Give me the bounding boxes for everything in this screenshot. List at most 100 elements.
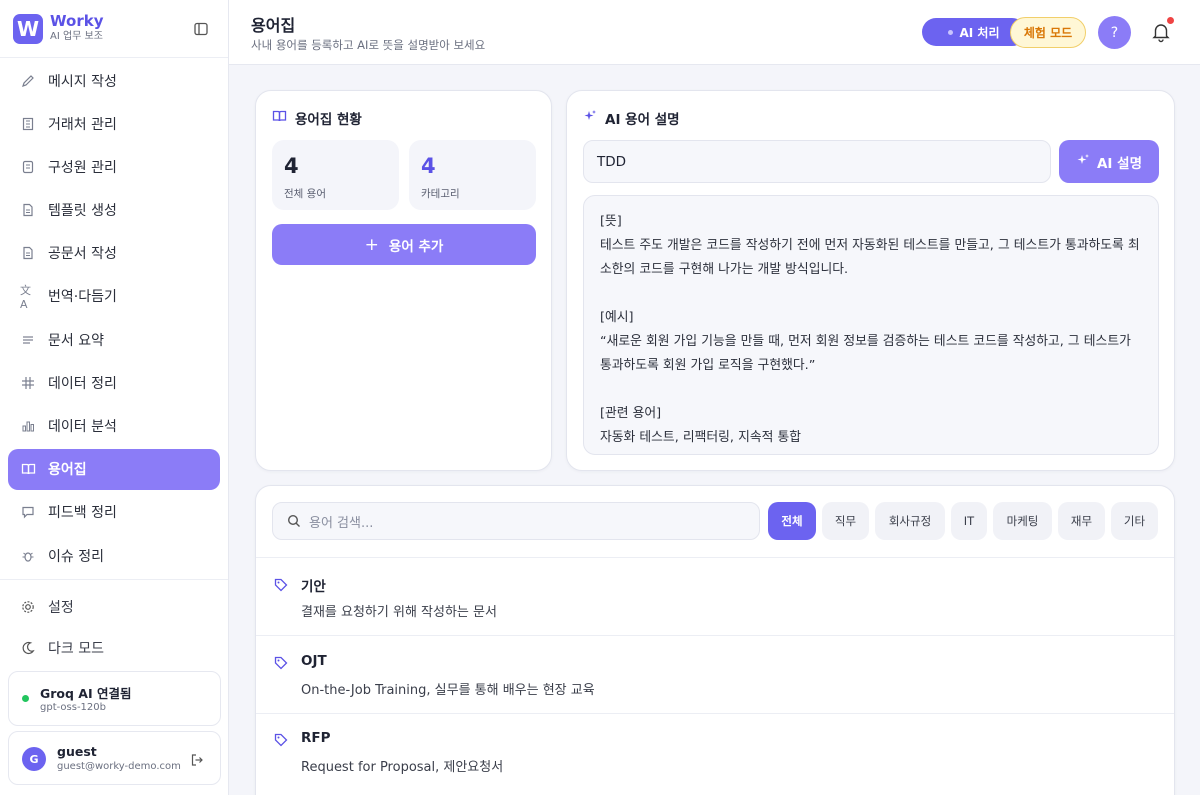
sidebar-item-label: 문서 요약 [48,332,104,349]
sidebar-item-clients[interactable]: 거래처 관리 [8,103,220,144]
total-terms-label: 전체 용어 [284,188,326,200]
categories-label: 카테고리 [421,188,460,200]
sidebar-nav: 메시지 작성 거래처 관리 구성원 관리 템플릿 생성 공문서 작성 文A 번역… [0,58,228,576]
sidebar-item-label: 피드백 정리 [48,505,117,522]
sidebar-item-label: 번역·다듬기 [48,289,117,306]
page-subtitle: 사내 용어를 등록하고 AI로 뜻을 설명받아 보세요 [251,38,486,52]
ai-badge-label: AI 처리 [959,25,1000,40]
brand-text: Worky AI 업무 보조 [50,14,103,42]
search-icon [287,514,301,528]
page-title: 용어집 [251,16,296,35]
sidebar-item-label: 이슈 정리 [48,548,104,565]
ai-explain-title: AI 용어 설명 [583,108,680,128]
sidebar-item-label: 구성원 관리 [48,159,117,176]
filter-it[interactable]: IT [951,502,987,540]
avatar: G [22,747,46,771]
logout-icon[interactable] [190,752,204,766]
ai-status-card: Groq AI 연결됨 gpt-oss-120b [8,671,221,726]
brand-name: Worky [50,12,104,31]
sparkle-icon [1076,153,1090,171]
grid-icon [20,375,36,391]
filter-finance[interactable]: 재무 [1058,502,1105,540]
tag-icon [274,577,288,592]
list-divider [256,635,1174,636]
list-divider [256,713,1174,714]
brand-logo[interactable]: W [13,13,43,44]
ai-result-box: [뜻] 테스트 주도 개발은 코드를 작성하기 전에 먼저 자동화된 테스트를 … [583,195,1159,455]
summary-title: 용어집 현황 [272,108,362,128]
translate-icon: 文A [20,283,31,311]
sidebar-item-data-analysis[interactable]: 데이터 분석 [8,406,220,447]
filter-marketing[interactable]: 마케팅 [993,502,1052,540]
help-button[interactable]: ? [1098,16,1131,49]
list-divider [256,557,1174,558]
moon-icon [20,640,36,656]
total-terms-value: 4 [284,154,299,178]
result-text: “새로운 회원 가입 기능을 만들 때, 먼저 회원 정보를 검증하는 테스트 … [600,334,1131,373]
result-heading: [뜻] [600,214,622,229]
trial-mode-badge[interactable]: 체험 모드 [1010,17,1086,48]
list-item[interactable]: 기안 결재를 요청하기 위해 작성하는 문서 [272,575,1172,620]
sidebar-toggle-icon[interactable] [194,21,210,37]
ai-explain-button-label: AI 설명 [1096,155,1142,172]
filter-company-rules[interactable]: 회사규정 [875,502,945,540]
result-text: 테스트 주도 개발은 코드를 작성하기 전에 먼저 자동화된 테스트를 만들고,… [600,238,1140,277]
id-card-icon [20,159,36,175]
brand-subtitle: AI 업무 보조 [50,31,103,43]
list-item[interactable]: OJT On-the-Job Training, 실무를 통해 배우는 현장 교… [272,653,1172,698]
ai-model-name: gpt-oss-120b [40,702,106,713]
tag-icon [274,732,288,747]
ai-explain-button[interactable]: AI 설명 [1059,140,1159,183]
term-input[interactable]: TDD [583,140,1051,183]
plus-icon: + [364,234,379,255]
result-meaning: [뜻] 테스트 주도 개발은 코드를 작성하기 전에 먼저 자동화된 테스트를 … [600,210,1142,282]
filter-job[interactable]: 직무 [822,502,869,540]
bug-icon [20,548,36,564]
sidebar-item-message[interactable]: 메시지 작성 [8,60,220,101]
sidebar-item-glossary[interactable]: 용어집 [8,448,220,490]
user-name: guest [57,744,97,759]
ai-badge-dot [948,29,954,35]
bell-icon[interactable] [1151,21,1171,43]
term-name: 기안 [301,579,326,595]
lines-icon [20,332,36,348]
gear-icon [20,599,36,615]
sidebar-item-label: 데이터 분석 [48,419,117,435]
term-description: Request for Proposal, 제안요청서 [301,760,504,775]
summary-title-label: 용어집 현황 [295,112,362,128]
notification-dot [1167,17,1174,24]
sidebar-item-label: 용어집 [48,462,87,479]
tag-icon [274,655,288,670]
sidebar-item-summary[interactable]: 문서 요약 [8,319,220,360]
sidebar-item-template[interactable]: 템플릿 생성 [8,190,220,231]
dark-mode-label: 다크 모드 [48,640,104,657]
sidebar-item-data-clean[interactable]: 데이터 정리 [8,362,220,403]
settings-label: 설정 [48,599,74,616]
filter-other[interactable]: 기타 [1111,502,1158,540]
ai-explain-title-label: AI 용어 설명 [605,112,680,128]
sidebar-item-issues[interactable]: 이슈 정리 [8,535,220,576]
term-description: 결재를 요청하기 위해 작성하는 문서 [301,605,497,620]
brand: W Worky AI 업무 보조 [0,0,228,58]
online-indicator [22,695,29,702]
sidebar-footer-links: 설정 다크 모드 [8,586,221,668]
dark-mode-toggle[interactable]: 다크 모드 [8,627,221,668]
sidebar-item-label: 템플릿 생성 [48,203,117,220]
ai-status-title: Groq AI 연결됨 [40,686,132,701]
term-name: OJT [301,653,327,669]
add-term-button[interactable]: + 용어 추가 [272,224,536,265]
result-text: 자동화 테스트, 리팩터링, 지속적 통합 [600,430,802,445]
categories-value: 4 [421,154,436,178]
sidebar-item-members[interactable]: 구성원 관리 [8,146,220,187]
settings-link[interactable]: 설정 [8,586,221,627]
add-term-label: 용어 추가 [388,238,444,255]
sidebar-item-label: 메시지 작성 [48,73,117,90]
search-input[interactable]: 용어 검색... [272,502,760,540]
list-item[interactable]: RFP Request for Proposal, 제안요청서 [272,730,1172,775]
search-placeholder: 용어 검색... [309,515,374,531]
sidebar-item-translate[interactable]: 文A 번역·다듬기 [8,276,220,317]
sidebar-item-official-doc[interactable]: 공문서 작성 [8,233,220,274]
filter-all[interactable]: 전체 [768,502,816,540]
sidebar-item-label: 공문서 작성 [48,246,117,263]
sidebar-item-feedback[interactable]: 피드백 정리 [8,492,220,533]
